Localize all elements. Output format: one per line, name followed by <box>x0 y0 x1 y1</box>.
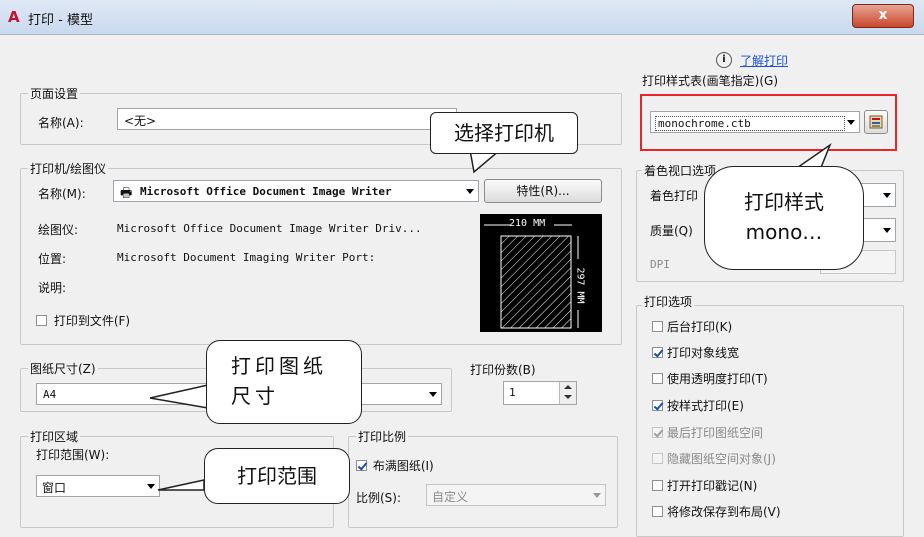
option-plot-with-styles[interactable]: 按样式打印(E) <box>652 397 744 414</box>
option-label: 后台打印(K) <box>667 320 733 334</box>
spin-up-icon[interactable] <box>564 385 572 389</box>
printer-name-select[interactable]: 🖶 Microsoft Office Document Image Writer <box>113 180 479 202</box>
page-setup-name-value: <无> <box>124 114 157 128</box>
print-to-file-label: 打印到文件(F) <box>53 314 131 328</box>
option-label: 最后打印图纸空间 <box>667 426 764 440</box>
plot-scale-group <box>348 436 618 528</box>
chevron-down-icon <box>429 392 437 397</box>
chevron-down-icon <box>883 193 891 198</box>
option-label: 按样式打印(E) <box>667 399 744 413</box>
preview-height-label: 297 MM <box>574 267 586 304</box>
scale-label: 比例(S): <box>356 491 402 505</box>
copies-input[interactable]: 1 <box>503 381 577 405</box>
edit-plot-style-button[interactable] <box>864 110 888 134</box>
option-hide-paperspace-objects[interactable]: 隐藏图纸空间对象(J) <box>652 450 776 467</box>
option-plot-lineweights[interactable]: 打印对象线宽 <box>652 344 739 361</box>
chevron-down-icon <box>593 493 601 498</box>
quality-select[interactable] <box>860 218 896 242</box>
page-setup-label: 页面设置 <box>28 85 81 102</box>
learn-printing-link[interactable]: 了解打印 <box>740 52 788 69</box>
printer-name-label: 名称(M): <box>38 187 86 201</box>
option-plot-stamp[interactable]: 打开打印戳记(N) <box>652 477 757 494</box>
info-icon: i <box>716 52 732 68</box>
shade-plot-select[interactable] <box>860 183 896 207</box>
shade-plot-label: 着色打印 <box>650 189 699 203</box>
chevron-down-icon <box>883 228 891 233</box>
window-title: 打印 - 模型 <box>28 13 93 28</box>
callout-plot-style-line2: mono… <box>745 220 823 244</box>
paper-preview: 210 MM 297 MM <box>480 214 602 332</box>
option-label: 隐藏图纸空间对象(J) <box>667 452 776 466</box>
option-checkbox[interactable] <box>652 373 663 384</box>
plotter-value: Microsoft Office Document Image Writer D… <box>117 222 422 235</box>
callout-paper-size-line2: 尺寸 <box>231 384 279 408</box>
plot-style-table-value: monochrome.ctb <box>655 116 845 131</box>
copies-spinner[interactable] <box>559 382 576 404</box>
callout-plot-style-line1: 打印样式 <box>744 190 824 214</box>
option-checkbox[interactable] <box>652 480 663 491</box>
shaded-viewport-label: 着色视口选项 <box>642 162 719 179</box>
printer-name-value: Microsoft Office Document Image Writer <box>140 185 392 198</box>
printer-icon: 🖶 <box>120 186 133 201</box>
fit-to-paper-box[interactable] <box>356 460 367 471</box>
option-checkbox[interactable] <box>652 321 663 332</box>
spin-down-icon[interactable] <box>564 395 572 399</box>
option-checkbox[interactable] <box>652 453 663 464</box>
preview-width-label: 210 MM <box>509 218 546 229</box>
fit-to-paper-label: 布满图纸(I) <box>372 459 434 473</box>
option-checkbox[interactable] <box>652 400 663 411</box>
option-background-plot[interactable]: 后台打印(K) <box>652 318 732 335</box>
page-setup-name-label: 名称(A): <box>38 116 84 130</box>
printer-group-label: 打印机/绘图仪 <box>28 160 109 177</box>
plot-options-label: 打印选项 <box>642 293 695 310</box>
callout-paper-size-line1: 打印图纸 <box>231 354 327 378</box>
plot-scale-label: 打印比例 <box>356 428 409 445</box>
plot-style-table-select[interactable]: monochrome.ctb <box>650 111 860 133</box>
option-save-changes-to-layout[interactable]: 将修改保存到布局(V) <box>652 503 781 520</box>
location-label: 位置: <box>38 252 67 266</box>
paper-size-label: 图纸尺寸(Z) <box>28 360 98 377</box>
plot-range-value: 窗口 <box>42 481 67 495</box>
copies-label: 打印份数(B) <box>470 363 536 377</box>
plot-style-table-label: 打印样式表(画笔指定)(G) <box>642 74 779 88</box>
option-label: 打印对象线宽 <box>667 346 740 360</box>
dpi-label: DPI <box>650 258 670 271</box>
plotter-label: 绘图仪: <box>38 223 79 237</box>
fit-to-paper-checkbox[interactable]: 布满图纸(I) <box>356 457 434 474</box>
close-button[interactable]: x <box>852 4 914 28</box>
chevron-down-icon <box>847 120 855 125</box>
callout-plot-range: 打印范围 <box>204 448 350 504</box>
plot-area-label: 打印区域 <box>28 428 81 445</box>
print-to-file-box[interactable] <box>36 315 47 326</box>
option-checkbox[interactable] <box>652 347 663 358</box>
title-bar <box>0 0 924 35</box>
option-checkbox[interactable] <box>652 427 663 438</box>
scale-select[interactable]: 自定义 <box>426 484 606 506</box>
plot-style-edit-icon <box>869 115 883 129</box>
quality-label: 质量(Q) <box>650 224 693 238</box>
properties-button[interactable]: 特性(R)... <box>484 179 602 203</box>
chevron-down-icon <box>466 189 474 194</box>
option-label: 使用透明度打印(T) <box>667 372 768 386</box>
plot-range-label: 打印范围(W): <box>36 448 110 462</box>
callout-plot-style: 打印样式 mono… <box>704 166 864 270</box>
print-to-file-checkbox[interactable]: 打印到文件(F) <box>36 312 130 329</box>
paper-size-value: A4 <box>43 388 57 401</box>
page-setup-name-select[interactable]: <无> <box>117 108 457 130</box>
plot-range-select[interactable]: 窗口 <box>36 475 160 497</box>
description-label: 说明: <box>38 281 67 295</box>
chevron-down-icon <box>147 484 155 489</box>
location-value: Microsoft Document Imaging Writer Port: <box>117 251 376 264</box>
callout-paper-size: 打印图纸 尺寸 <box>206 340 362 424</box>
option-label: 打开打印戳记(N) <box>667 479 758 493</box>
option-plot-paperspace-last[interactable]: 最后打印图纸空间 <box>652 424 763 441</box>
option-plot-transparency[interactable]: 使用透明度打印(T) <box>652 370 768 387</box>
option-checkbox[interactable] <box>652 506 663 517</box>
scale-value: 自定义 <box>432 490 469 504</box>
autocad-app-icon: A <box>8 8 20 26</box>
copies-value: 1 <box>509 386 516 399</box>
callout-select-printer: 选择打印机 <box>430 112 578 154</box>
